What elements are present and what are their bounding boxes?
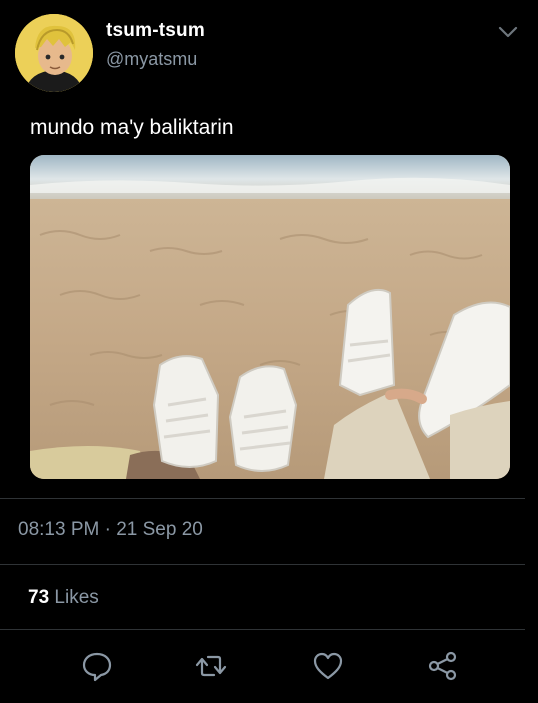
tweet-timestamp[interactable]: 08:13 PM · 21 Sep 20 <box>18 519 203 541</box>
avatar-illustration <box>15 14 93 92</box>
display-name[interactable]: tsum-tsum <box>106 20 205 42</box>
likes-count: 73 <box>28 587 50 608</box>
user-handle[interactable]: @myatsmu <box>106 49 197 70</box>
tweet-text: mundo ma'y baliktarin <box>30 116 234 139</box>
share-icon[interactable] <box>426 649 460 683</box>
tweet-header: tsum-tsum @myatsmu <box>0 0 538 110</box>
divider <box>0 564 525 565</box>
tweet-media[interactable] <box>30 155 510 479</box>
likes-label: Likes <box>54 587 99 608</box>
likes-stat[interactable]: 73 Likes <box>28 587 99 609</box>
chevron-down-icon[interactable] <box>496 22 520 42</box>
like-icon[interactable] <box>311 649 345 683</box>
avatar[interactable] <box>15 14 93 92</box>
retweet-icon[interactable] <box>194 649 228 683</box>
divider <box>0 498 525 499</box>
reply-icon[interactable] <box>80 649 114 683</box>
beach-photo <box>30 155 510 479</box>
divider <box>0 629 525 630</box>
